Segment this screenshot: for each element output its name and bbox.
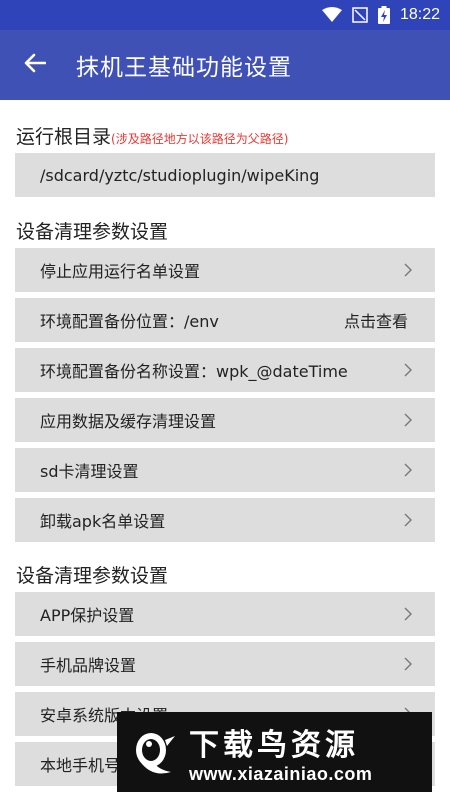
status-bar: 18:22 — [0, 0, 450, 30]
row-uninstall-apk-list[interactable]: 卸载apk名单设置 — [15, 498, 435, 542]
root-dir-path: /sdcard/yztc/studioplugin/wipeKing — [40, 165, 320, 185]
status-time: 18:22 — [399, 6, 440, 23]
arrow-left-icon — [24, 53, 47, 77]
row-sd-card-clean[interactable]: sd卡清理设置 — [15, 448, 435, 492]
page-title: 抹机王基础功能设置 — [76, 55, 292, 81]
row-stop-app-list[interactable]: 停止应用运行名单设置 — [15, 248, 435, 292]
battery-charging-icon — [377, 6, 390, 24]
row-label: 环境配置备份名称设置：wpk_@dateTime — [40, 362, 348, 381]
section-device-params-title: 设备清理参数设置 — [16, 565, 169, 587]
settings-content: 运行根目录(涉及路径地方以该路径为父路径) /sdcard/yztc/studi… — [0, 100, 450, 800]
view-action-link[interactable]: 点击查看 — [344, 308, 408, 332]
row-label: 环境配置备份位置：/env — [40, 312, 219, 331]
watermark-name: 下载鸟资源 — [189, 727, 359, 763]
chevron-right-icon — [403, 412, 413, 428]
root-dir-note: (涉及路径地方以该路径为父路径) — [111, 132, 289, 146]
chevron-right-icon — [403, 262, 413, 278]
chevron-right-icon — [403, 362, 413, 378]
root-dir-path-row[interactable]: /sdcard/yztc/studioplugin/wipeKing — [15, 153, 435, 197]
row-label: 应用数据及缓存清理设置 — [40, 412, 217, 431]
app-bar: 抹机王基础功能设置 — [0, 30, 450, 100]
section-root-dir-label: 运行根目录 — [16, 126, 112, 148]
row-label: 卸载apk名单设置 — [40, 512, 166, 531]
row-app-data-cache-clean[interactable]: 应用数据及缓存清理设置 — [15, 398, 435, 442]
chevron-right-icon — [403, 656, 413, 672]
section-root-dir-title: 运行根目录(涉及路径地方以该路径为父路径) — [16, 122, 288, 149]
watermark-url: www.xiazainiao.com — [189, 763, 373, 784]
row-label: 停止应用运行名单设置 — [40, 262, 201, 281]
row-label: APP保护设置 — [40, 606, 135, 625]
bird-logo-icon — [131, 726, 177, 778]
row-app-protection[interactable]: APP保护设置 — [15, 592, 435, 636]
watermark-banner: 下载鸟资源 www.xiazainiao.com — [117, 712, 432, 792]
row-label: 手机品牌设置 — [40, 656, 137, 675]
no-signal-icon — [352, 7, 368, 23]
row-env-backup-location[interactable]: 环境配置备份位置：/env 点击查看 — [15, 298, 435, 342]
chevron-right-icon — [403, 512, 413, 528]
chevron-right-icon — [403, 606, 413, 622]
chevron-right-icon — [403, 462, 413, 478]
row-phone-brand[interactable]: 手机品牌设置 — [15, 642, 435, 686]
section-device-clean-title: 设备清理参数设置 — [16, 221, 169, 243]
wifi-icon — [321, 7, 342, 23]
back-button[interactable] — [0, 30, 70, 100]
row-label: sd卡清理设置 — [40, 462, 139, 481]
row-env-backup-name[interactable]: 环境配置备份名称设置：wpk_@dateTime — [15, 348, 435, 392]
